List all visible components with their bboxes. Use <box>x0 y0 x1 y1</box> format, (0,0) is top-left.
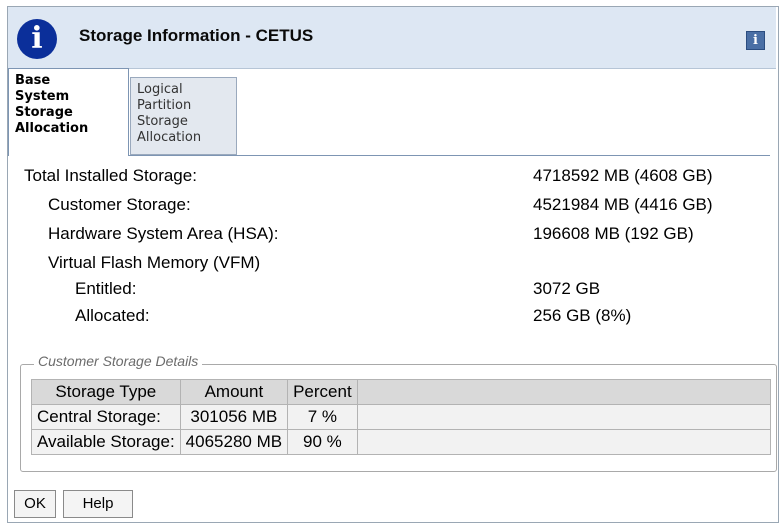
tab-label-line: Allocation <box>137 130 202 145</box>
table-cell-filler <box>356 404 772 430</box>
vfm-allocated-value: 256 GB (8%) <box>533 306 632 325</box>
tab-label-line: Base <box>15 73 51 88</box>
title-bar: i Storage Information - CETUS i <box>8 7 776 69</box>
table-row[interactable]: Central Storage: 301056 MB 7 % <box>31 404 772 430</box>
table-cell-percent: 90 % <box>287 429 358 455</box>
hsa-value: 196608 MB (192 GB) <box>533 224 694 243</box>
tab-label-line: System <box>15 89 70 104</box>
table-cell-filler <box>356 429 772 455</box>
table-cell-percent: 7 % <box>287 404 358 430</box>
column-header-storage-type[interactable]: Storage Type <box>31 379 181 405</box>
table-row[interactable]: Available Storage: 4065280 MB 90 % <box>31 429 772 455</box>
help-button[interactable]: Help <box>63 490 133 518</box>
column-filler <box>356 379 772 405</box>
customer-storage-details-table: Storage Type Amount Percent Central Stor… <box>31 379 772 455</box>
tab-label-line: Storage <box>15 105 73 120</box>
vfm-label: Virtual Flash Memory (VFM) <box>48 253 261 272</box>
hsa-label: Hardware System Area (HSA): <box>48 224 279 243</box>
table-header-row: Storage Type Amount Percent <box>31 379 772 405</box>
table-cell-amount: 4065280 MB <box>179 429 289 455</box>
customer-storage-details-legend: Customer Storage Details <box>34 353 203 369</box>
total-storage-label: Total Installed Storage: <box>24 166 197 185</box>
help-info-icon[interactable]: i <box>746 31 765 50</box>
customer-storage-label: Customer Storage: <box>48 195 191 214</box>
column-header-percent[interactable]: Percent <box>287 379 358 405</box>
column-header-amount[interactable]: Amount <box>179 379 289 405</box>
vfm-entitled-value: 3072 GB <box>533 279 601 298</box>
vfm-entitled-label: Entitled: <box>75 279 137 298</box>
window-title: Storage Information - CETUS <box>79 26 314 45</box>
info-icon: i <box>17 19 57 59</box>
table-cell-amount: 301056 MB <box>179 404 289 430</box>
tab-label-line: Partition <box>137 98 192 113</box>
customer-storage-value: 4521984 MB (4416 GB) <box>533 195 713 214</box>
tab-label-line: Logical <box>137 82 183 97</box>
table-cell-storage-type: Available Storage: <box>31 429 181 455</box>
tab-logical-partition-storage-allocation[interactable]: Logical Partition Storage Allocation <box>130 77 237 155</box>
tab-label-line: Allocation <box>15 121 89 136</box>
tab-label-line: Storage <box>137 114 188 129</box>
table-cell-storage-type: Central Storage: <box>31 404 181 430</box>
ok-button[interactable]: OK <box>14 490 56 518</box>
total-storage-value: 4718592 MB (4608 GB) <box>533 166 713 185</box>
tab-base-system-storage-allocation[interactable]: Base System Storage Allocation <box>8 68 129 156</box>
vfm-allocated-label: Allocated: <box>75 306 150 325</box>
